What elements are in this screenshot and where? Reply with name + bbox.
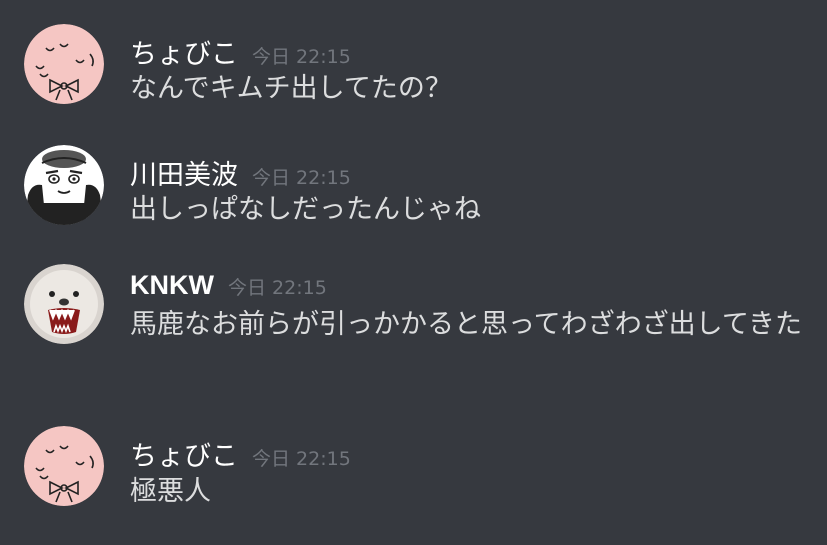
message-list: ちょびこ 今日 22:15 なんでキムチ出してたの？ 川田美波 今日 22:15… (0, 0, 827, 545)
avatar[interactable] (24, 426, 104, 506)
message-content: なんでキムチ出してたの？ (130, 73, 452, 104)
message-content: 出しっぱなしだったんじゃね (130, 194, 481, 225)
message-content: 極悪人 (130, 476, 211, 507)
message-timestamp: 今日 22:15 (227, 277, 327, 299)
message-author[interactable]: KNKW (130, 270, 214, 300)
avatar[interactable] (24, 24, 104, 104)
avatar[interactable] (24, 264, 104, 344)
avatar[interactable] (24, 145, 104, 225)
message-content: 馬鹿なお前らが引っかかると思ってわざわざ出してきた (130, 309, 803, 340)
